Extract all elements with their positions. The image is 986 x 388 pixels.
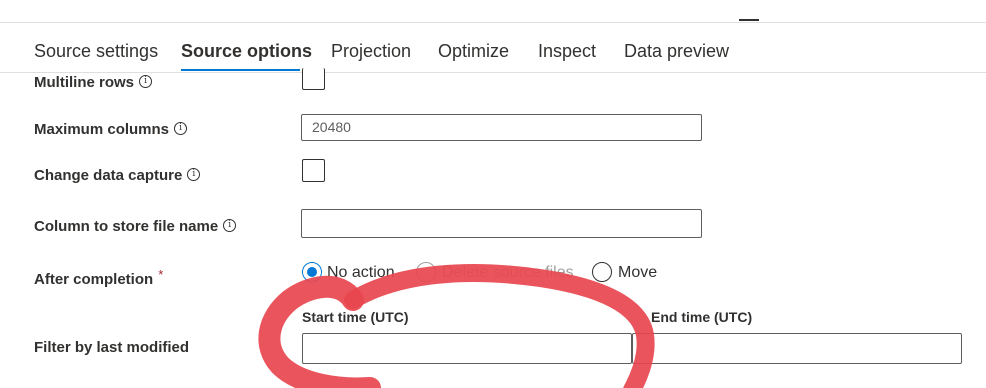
start-time-input[interactable] — [302, 333, 632, 364]
radio-delete-source-files[interactable] — [416, 262, 436, 282]
tab-bar: Source settings Source options Projectio… — [0, 22, 986, 73]
end-time-label: End time (UTC) — [651, 309, 753, 325]
radio-no-action[interactable] — [302, 262, 322, 282]
info-icon[interactable]: i — [139, 75, 153, 88]
annotation-stroke — [344, 264, 655, 388]
maximum-columns-label: Maximum columns i — [34, 121, 188, 138]
required-indicator: * — [158, 267, 164, 282]
tab-data-preview[interactable]: Data preview — [624, 41, 729, 62]
tab-optimize[interactable]: Optimize — [438, 41, 509, 62]
radio-move-label[interactable]: Move — [618, 264, 657, 282]
radio-delete-source-files-label[interactable]: Delete source files — [442, 264, 574, 282]
column-to-store-file-name-label: Column to store file name i — [34, 218, 237, 235]
end-time-input[interactable] — [632, 333, 962, 364]
tab-source-options[interactable]: Source options — [181, 41, 312, 62]
top-bar — [0, 0, 986, 23]
maximum-columns-text: Maximum columns — [34, 121, 170, 138]
radio-no-action-label[interactable]: No action — [327, 264, 395, 282]
multiline-rows-label: Multiline rows i — [34, 74, 153, 91]
after-completion-text: After completion — [34, 271, 154, 288]
start-time-label: Start time (UTC) — [302, 309, 409, 325]
tab-projection[interactable]: Projection — [331, 41, 411, 62]
multiline-rows-text: Multiline rows — [34, 74, 135, 91]
after-completion-label: After completion * — [34, 267, 163, 288]
column-to-store-file-name-input[interactable] — [301, 209, 702, 238]
active-tab-indicator — [181, 69, 300, 71]
change-data-capture-checkbox[interactable] — [302, 159, 325, 182]
info-icon[interactable]: i — [187, 168, 201, 181]
maximum-columns-input[interactable]: 20480 — [301, 114, 702, 141]
filter-by-last-modified-label: Filter by last modified — [34, 339, 190, 356]
change-data-capture-label: Change data capture i — [34, 167, 201, 184]
radio-move[interactable] — [592, 262, 612, 282]
multiline-rows-checkbox[interactable] — [302, 68, 325, 90]
tab-inspect[interactable]: Inspect — [538, 41, 596, 62]
panel-resize-handle[interactable] — [739, 19, 759, 21]
column-to-store-file-name-text: Column to store file name — [34, 218, 219, 235]
info-icon[interactable]: i — [223, 219, 237, 232]
tab-source-settings[interactable]: Source settings — [34, 41, 158, 62]
info-icon[interactable]: i — [174, 122, 188, 135]
change-data-capture-text: Change data capture — [34, 167, 183, 184]
